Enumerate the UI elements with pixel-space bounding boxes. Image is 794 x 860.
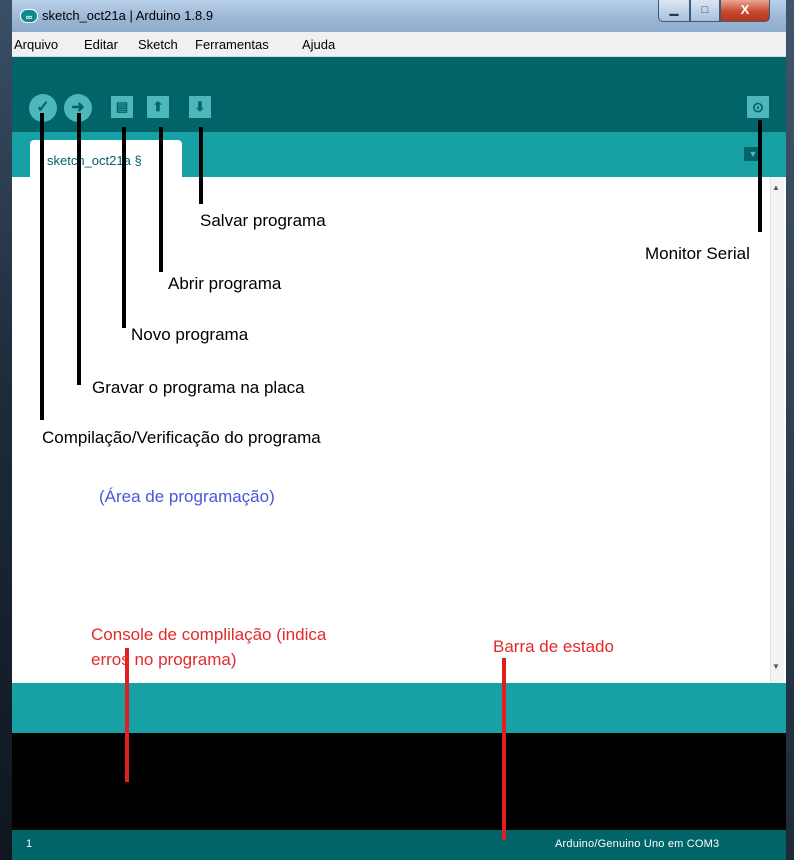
document-icon: ▤ [115,99,129,114]
annotation-save: Salvar programa [200,211,326,230]
menu-bar: Arquivo Editar Sketch Ferramentas Ajuda [12,32,786,57]
menu-arquivo[interactable]: Arquivo [14,37,58,52]
annotation-upload: Gravar o programa na placa [92,378,305,397]
maximize-button[interactable]: □ [690,0,720,22]
desktop-edge-right [786,0,794,860]
annotation-line-verify [40,113,44,420]
save-button[interactable]: ⬇ [189,96,211,118]
arrow-down-icon: ⬇ [194,99,206,114]
annotation-line-status [502,658,506,840]
close-button[interactable]: X [720,0,770,22]
menu-editar[interactable]: Editar [84,37,118,52]
magnifier-icon: ⊙ [752,99,764,115]
tab-sketch-label: sketch_oct21a § [47,153,142,168]
menu-ferramentas[interactable]: Ferramentas [195,37,269,52]
arduino-logo-icon: ∞ [20,9,38,23]
open-button[interactable]: ⬆ [147,96,169,118]
serial-monitor-button[interactable]: ⊙ [747,96,769,118]
annotation-serial-monitor: Monitor Serial [645,244,750,263]
new-button[interactable]: ▤ [111,96,133,118]
window-title: sketch_oct21a | Arduino 1.8.9 [42,8,214,23]
annotation-line-new [122,127,126,328]
status-board-port: Arduino/Genuino Uno em COM3 [555,838,720,850]
annotation-console-line2: erros no programa) [91,650,237,669]
arrow-up-icon: ⬆ [152,99,164,114]
toolbar [12,57,786,132]
title-bar: ∞ sketch_oct21a | Arduino 1.8.9 ▁ □ X [12,0,786,32]
menu-sketch[interactable]: Sketch [138,37,178,52]
annotation-verify: Compilação/Verificação do programa [42,428,321,447]
annotation-line-open [159,127,163,272]
annotation-line-serial [758,120,762,232]
annotation-line-upload [77,113,81,385]
annotation-editor-area: (Área de programação) [99,487,275,506]
editor-scrollbar[interactable] [770,177,784,683]
scroll-down-icon[interactable]: ▼ [772,662,780,671]
desktop-edge-left [0,0,12,860]
menu-ajuda[interactable]: Ajuda [302,37,335,52]
scroll-up-icon[interactable]: ▲ [772,183,780,192]
annotation-status-bar: Barra de estado [493,637,614,656]
annotation-line-save [199,127,203,204]
annotation-new: Novo programa [131,325,249,344]
minimize-button[interactable]: ▁ [658,0,690,22]
annotation-console-line1: Console de complilação (indica [91,625,327,644]
chevron-down-icon: ▼ [748,149,758,159]
status-line-number: 1 [26,838,33,850]
arduino-window: ∞ sketch_oct21a | Arduino 1.8.9 ▁ □ X Ar… [12,0,786,860]
annotation-open: Abrir programa [168,274,282,293]
